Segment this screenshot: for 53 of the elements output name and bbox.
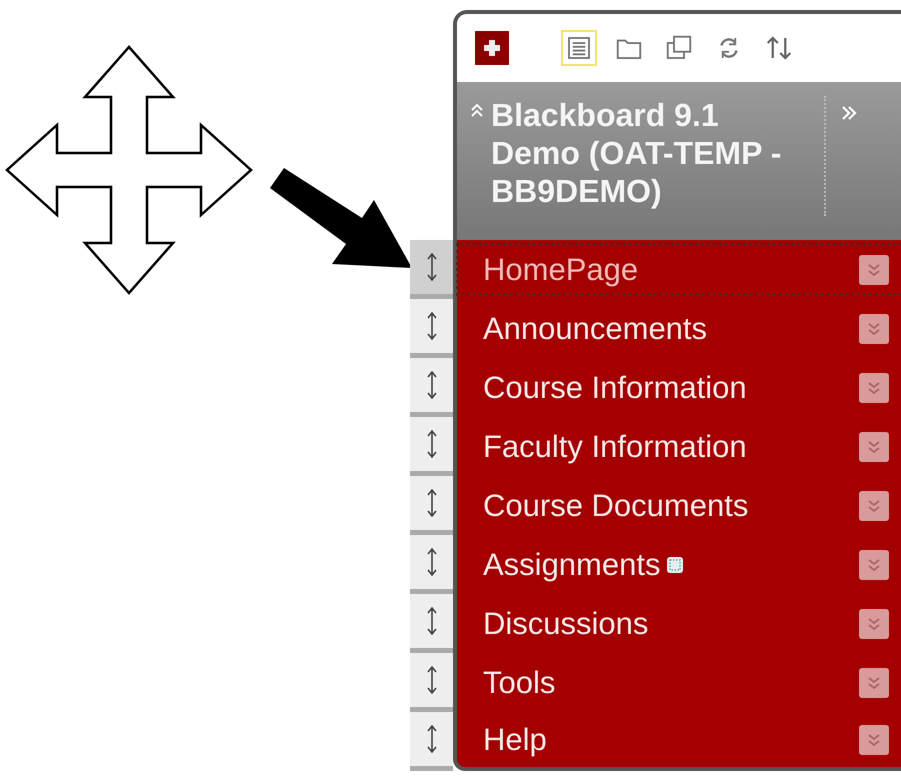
options-button[interactable]	[859, 550, 889, 580]
menu-item-label: Tools	[483, 664, 556, 700]
add-button[interactable]	[475, 31, 509, 65]
menu-item[interactable]: Discussions	[453, 594, 901, 653]
menu-item-label: Discussions	[483, 606, 648, 642]
menu-item[interactable]: Assignments	[453, 535, 901, 594]
drag-handle[interactable]	[410, 594, 453, 653]
collapse-icon[interactable]	[469, 102, 485, 118]
menu-item[interactable]: Help	[453, 712, 901, 771]
expand-icon[interactable]	[840, 104, 858, 122]
menu-item[interactable]: HomePage	[453, 240, 901, 299]
course-title: Blackboard 9.1 Demo (OAT-TEMP -BB9DEMO)	[491, 96, 782, 211]
options-button[interactable]	[859, 314, 889, 344]
drag-handle[interactable]	[410, 358, 453, 417]
menu-item[interactable]: Course Information	[453, 358, 901, 417]
pointer-arrow-icon	[270, 168, 412, 270]
menu-item-label: Help	[483, 722, 547, 758]
plus-icon	[482, 38, 502, 58]
options-button[interactable]	[859, 372, 889, 402]
chevron-down-icon	[866, 674, 882, 690]
chevron-down-icon	[866, 320, 882, 336]
chevron-down-icon	[866, 262, 882, 278]
move-icon	[5, 45, 253, 295]
options-button[interactable]	[859, 608, 889, 638]
menu-item-label: Announcements	[483, 310, 708, 346]
menu-item-label: Course Documents	[483, 488, 748, 524]
menu-item[interactable]: Course Documents	[453, 476, 901, 535]
options-button[interactable]	[859, 724, 889, 754]
drag-handle[interactable]	[410, 417, 453, 476]
menu-item-label: Faculty Information	[483, 428, 747, 464]
chevron-down-icon	[866, 380, 882, 396]
options-button[interactable]	[859, 254, 889, 284]
options-button[interactable]	[859, 668, 889, 698]
drag-handle[interactable]	[410, 653, 453, 712]
list-icon[interactable]	[561, 30, 597, 66]
menu-item[interactable]: Faculty Information	[453, 417, 901, 476]
options-button[interactable]	[859, 490, 889, 520]
menu-item[interactable]: Tools	[453, 653, 901, 712]
chevron-down-icon	[866, 438, 882, 454]
menu-item-label: HomePage	[483, 252, 638, 288]
chevron-down-icon	[866, 616, 882, 632]
drag-handle[interactable]	[410, 299, 453, 358]
chevron-down-icon	[866, 556, 882, 572]
menu-item-label: Course Information	[483, 370, 747, 406]
chevron-down-icon	[866, 732, 882, 748]
drag-handle[interactable]	[410, 535, 453, 594]
drag-handle[interactable]	[410, 476, 453, 535]
options-button[interactable]	[859, 432, 889, 462]
menu-item[interactable]: Announcements	[453, 299, 901, 358]
menu-item-label: Assignments	[483, 546, 660, 582]
chevron-down-icon	[866, 498, 882, 514]
drag-handle[interactable]	[410, 240, 453, 299]
drag-handle[interactable]	[410, 712, 453, 771]
